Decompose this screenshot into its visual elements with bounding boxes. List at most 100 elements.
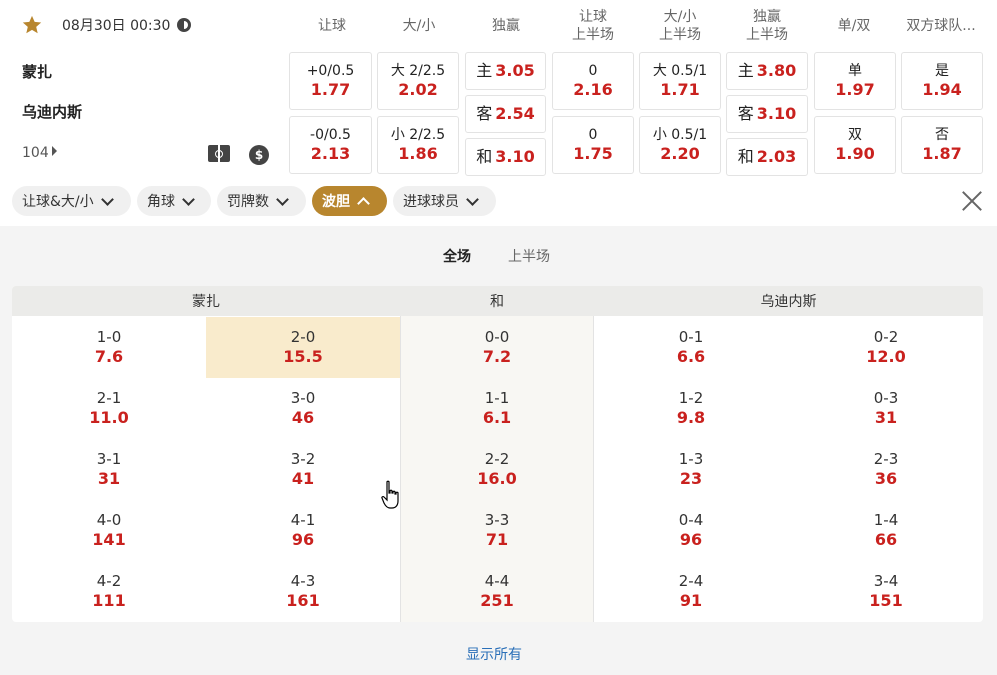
score-odds: 66 [874,530,898,549]
score-cell-4-1[interactable]: 4-1 96 [206,500,400,561]
score-cell-2-4[interactable]: 2-4 91 [594,561,788,622]
score-label: 0-0 [484,328,510,346]
score-label: 1-4 [873,511,899,529]
score-cell-4-3[interactable]: 4-3 161 [206,561,400,622]
score-cell-0-0[interactable]: 0-0 7.2 [400,317,594,378]
home-team-name: 蒙扎 [22,63,53,81]
col-header-handicap-h1: 让球 上半场 [572,9,614,43]
close-icon[interactable] [961,190,983,212]
score-cell-3-4[interactable]: 3-4 151 [789,561,983,622]
odds-btts-no[interactable]: 否 1.87 [901,116,983,174]
col-header-odd-even: 单/双 [837,18,871,34]
score-cell-4-0[interactable]: 4-0 141 [12,500,206,561]
odds-ml-h1-draw[interactable]: 和 2.03 [726,138,808,176]
score-cell-4-4[interactable]: 4-4 251 [400,561,594,622]
col-header-btts: 双方球队... [906,18,976,34]
odds-odd[interactable]: 单 1.97 [814,52,896,110]
col-header-over-under: 大/小 [402,18,436,34]
odds-moneyline-draw[interactable]: 和 3.10 [465,138,546,176]
chevron-down-icon [182,192,195,206]
score-cell-2-1[interactable]: 2-1 11.0 [12,378,206,439]
match-datetime: 08月30日 00:30 [62,18,171,34]
score-label: 1-1 [484,389,510,407]
score-cell-0-4[interactable]: 0-4 96 [594,500,788,561]
score-label: 0-1 [678,328,704,346]
score-odds: 46 [291,408,315,427]
score-odds: 7.2 [482,347,512,366]
score-cell-0-2[interactable]: 0-2 12.0 [789,317,983,378]
away-team-name: 乌迪内斯 [22,103,83,121]
tab-full-time[interactable]: 全场 [443,246,471,266]
odds-ml-h1-away[interactable]: 客 3.10 [726,95,808,133]
score-cell-2-3[interactable]: 2-3 36 [789,439,983,500]
score-cell-0-1[interactable]: 0-1 6.6 [594,317,788,378]
score-label: 4-3 [290,572,316,590]
score-label: 2-4 [678,572,704,590]
score-cell-3-1[interactable]: 3-1 31 [12,439,206,500]
field-icon[interactable] [208,145,230,162]
chevron-up-icon [357,196,370,210]
dollar-icon[interactable]: $ [249,145,269,165]
score-cell-1-2[interactable]: 1-2 9.8 [594,378,788,439]
score-cell-1-0[interactable]: 1-0 7.6 [12,317,206,378]
odds-ml-h1-home[interactable]: 主 3.80 [726,52,808,90]
score-cell-2-0[interactable]: 2-0 15.5 [206,317,400,378]
score-cell-1-3[interactable]: 1-3 23 [594,439,788,500]
col-header-ou-h1: 大/小 上半场 [659,9,701,43]
score-cell-3-2[interactable]: 3-2 41 [206,439,400,500]
odds-over[interactable]: 大 2/2.5 2.02 [377,52,459,110]
odds-under[interactable]: 小 2/2.5 1.86 [377,116,459,174]
score-label: 0-4 [678,511,704,529]
score-cell-2-2[interactable]: 2-2 16.0 [400,439,594,500]
score-label: 3-4 [873,572,899,590]
odds-under-h1[interactable]: 小 0.5/1 2.20 [639,116,721,174]
correct-score-grid: 蒙扎 和 乌迪内斯 1-0 7.6 2-0 15.5 0-0 7.2 0-1 6.6 0-2 12… [12,286,983,622]
score-odds: 96 [679,530,703,549]
score-odds: 9.8 [676,408,706,427]
score-odds: 11.0 [89,408,129,427]
star-icon[interactable] [21,14,43,36]
score-cell-1-1[interactable]: 1-1 6.1 [400,378,594,439]
tab-first-half[interactable]: 上半场 [508,246,550,266]
odds-handicap-away[interactable]: -0/0.5 2.13 [289,116,372,174]
score-cell-3-3[interactable]: 3-3 71 [400,500,594,561]
score-label: 4-1 [290,511,316,529]
score-odds: 12.0 [866,347,906,366]
filter-chip-correct-score[interactable]: 波胆 [312,186,387,216]
score-odds: 15.5 [283,347,323,366]
filter-chip-cards[interactable]: 罚牌数 [217,186,306,216]
score-cell-0-3[interactable]: 0-3 31 [789,378,983,439]
odds-even[interactable]: 双 1.90 [814,116,896,174]
score-cell-1-4[interactable]: 1-4 66 [789,500,983,561]
score-cell-3-0[interactable]: 3-0 46 [206,378,400,439]
odds-handicap-h1-home[interactable]: 0 2.16 [552,52,634,110]
score-odds: 96 [291,530,315,549]
score-label: 2-2 [484,450,510,468]
score-label: 0-2 [873,328,899,346]
filter-chip-corners[interactable]: 角球 [137,186,211,216]
odds-moneyline-away[interactable]: 客 2.54 [465,95,546,133]
score-label: 3-0 [290,389,316,407]
odds-moneyline-home[interactable]: 主 3.05 [465,52,546,90]
grid-header-away: 乌迪内斯 [594,286,983,316]
score-odds: 71 [485,530,509,549]
odds-handicap-home[interactable]: +0/0.5 1.77 [289,52,372,110]
hand-cursor-icon [381,480,399,509]
filter-chip-goalscorer[interactable]: 进球球员 [393,186,496,216]
filter-chip-handicap-ou[interactable]: 让球&大/小 [12,186,131,216]
score-label: 3-3 [484,511,510,529]
score-label: 4-2 [96,572,122,590]
score-odds: 151 [869,591,903,610]
score-odds: 7.6 [94,347,124,366]
odds-over-h1[interactable]: 大 0.5/1 1.71 [639,52,721,110]
score-cell-4-2[interactable]: 4-2 111 [12,561,206,622]
score-label: 3-2 [290,450,316,468]
show-all-link[interactable]: 显示所有 [466,644,522,664]
score-label: 2-3 [873,450,899,468]
clock-icon [177,18,191,32]
odds-btts-yes[interactable]: 是 1.94 [901,52,983,110]
score-odds: 251 [480,591,514,610]
more-markets-link[interactable]: 104 [22,145,57,161]
odds-handicap-h1-away[interactable]: 0 1.75 [552,116,634,174]
score-odds: 161 [286,591,320,610]
